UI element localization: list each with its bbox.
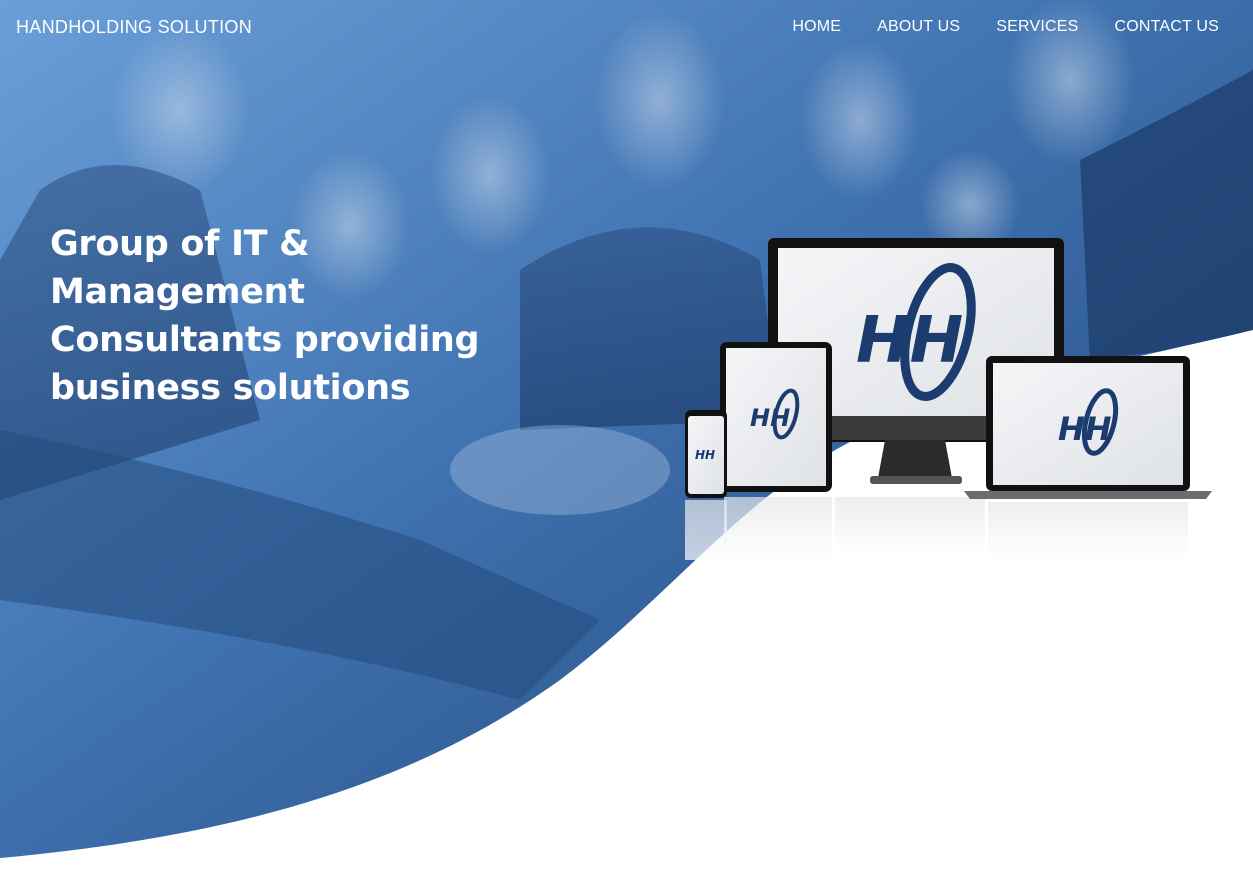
main-nav: HOME ABOUT US SERVICES CONTACT US [792,18,1219,36]
svg-text:HH: HH [695,448,715,462]
nav-home[interactable]: HOME [792,18,841,36]
devices-mockup: HH HH HH HH [685,238,1212,562]
svg-text:HH: HH [750,404,790,432]
phone: HH [685,410,727,498]
top-navigation-bar: HANDHOLDING SOLUTION HOME ABOUT US SERVI… [0,0,1253,56]
svg-text:HH: HH [1058,410,1112,448]
laptop: HH [964,356,1212,499]
hands-stack [450,425,670,515]
nav-about-us[interactable]: ABOUT US [877,18,960,36]
svg-text:HH: HH [856,304,963,378]
person-face [800,40,920,200]
hero-section: HH HH HH HH Group of IT & Management Con… [0,0,1253,869]
nav-contact-us[interactable]: CONTACT US [1114,18,1219,36]
hero-headline: Group of IT & Management Consultants pro… [50,224,480,408]
nav-services[interactable]: SERVICES [996,18,1078,36]
brand-logo-link[interactable]: HANDHOLDING SOLUTION [16,17,252,38]
tablet: HH [720,342,832,492]
